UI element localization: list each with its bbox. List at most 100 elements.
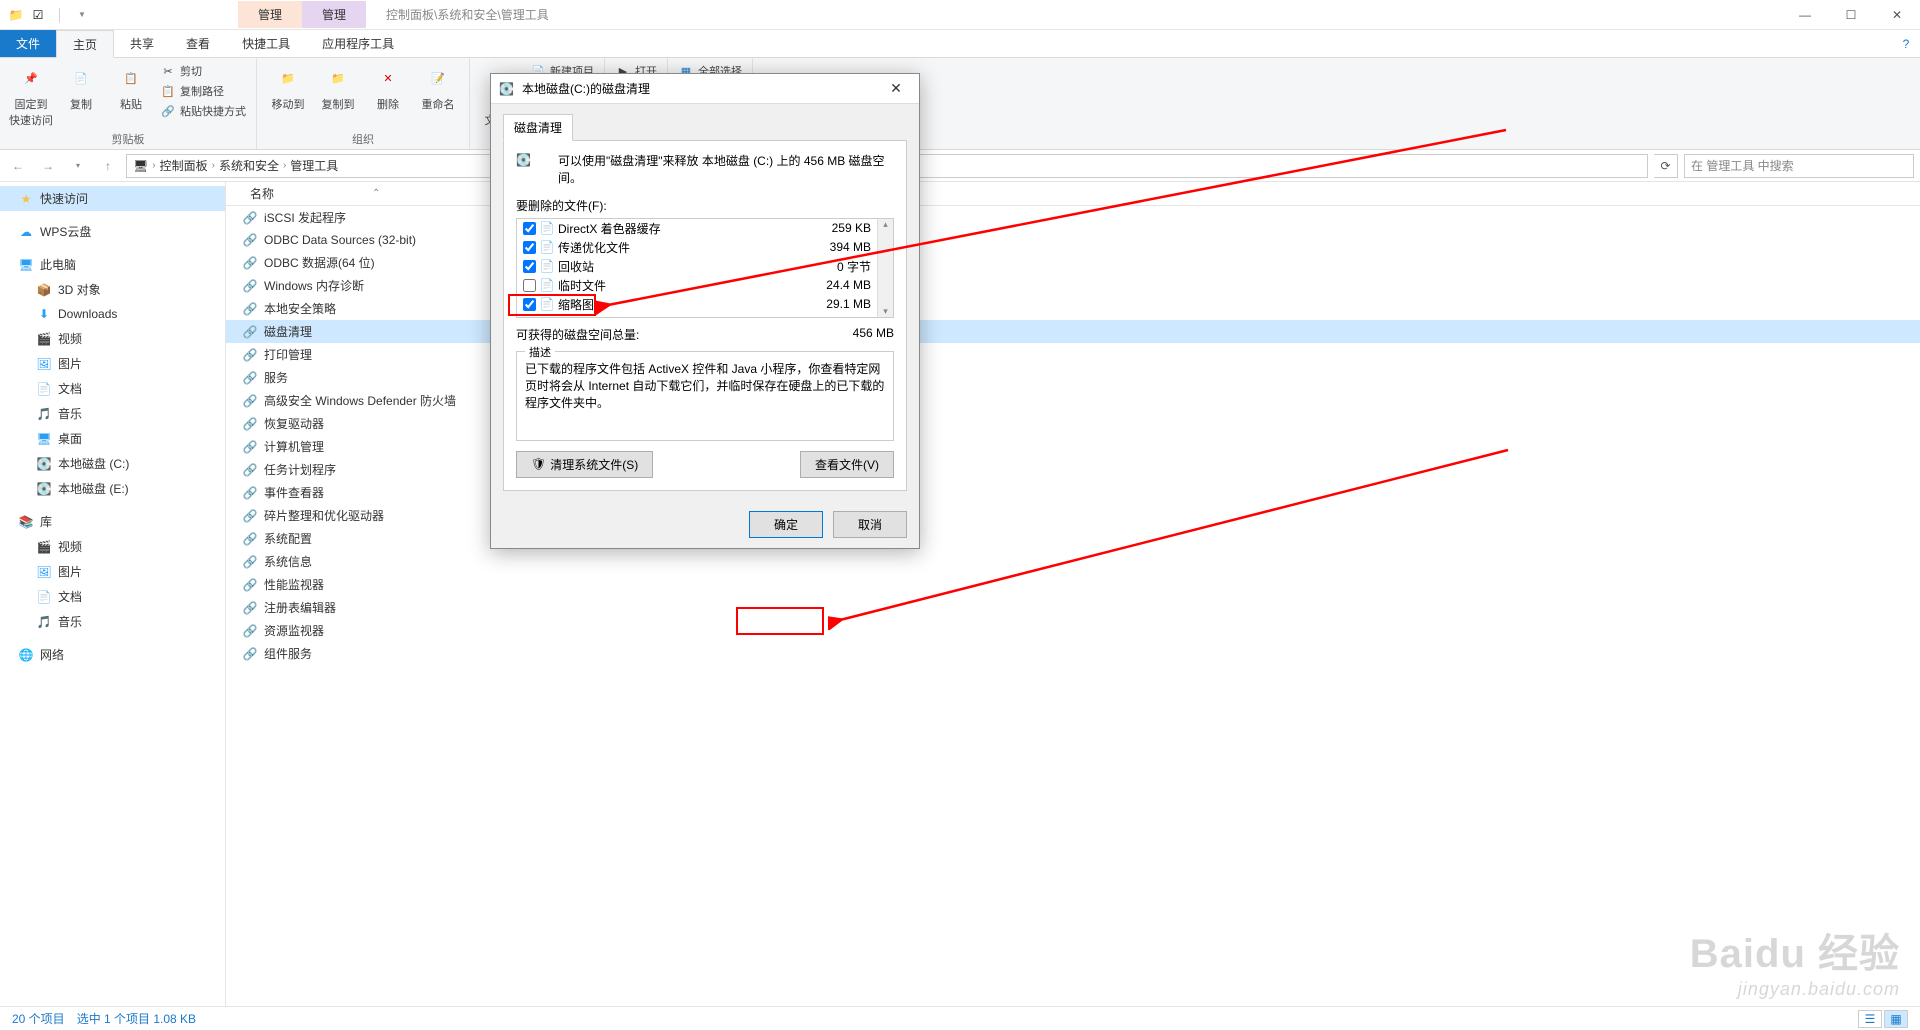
cleanup-row[interactable]: 📄DirectX 着色器缓存259 KB (517, 219, 893, 238)
view-files-button[interactable]: 查看文件(V) (800, 451, 894, 478)
list-item[interactable]: 🔗注册表编辑器 (226, 596, 1920, 619)
file-list[interactable]: 🔗iSCSI 发起程序🔗ODBC Data Sources (32-bit)🔗O… (226, 206, 1920, 1006)
paste-shortcut-button[interactable]: 🔗粘贴快捷方式 (158, 102, 248, 120)
context-tab-shortcut[interactable]: 管理 (238, 1, 302, 28)
copy-path-button[interactable]: 📋复制路径 (158, 82, 248, 100)
nav-lib-pictures[interactable]: 🖼图片 (0, 559, 225, 584)
list-item[interactable]: 🔗系统配置 (226, 527, 1920, 550)
delete-button[interactable]: ✕删除 (365, 62, 411, 112)
list-item[interactable]: 🔗任务计划程序 (226, 458, 1920, 481)
list-item[interactable]: 🔗组件服务 (226, 642, 1920, 665)
content-pane: 名称 ⌃ 🔗iSCSI 发起程序🔗ODBC Data Sources (32-b… (226, 182, 1920, 1006)
tab-home[interactable]: 主页 (56, 30, 114, 58)
nav-lib-music[interactable]: 🎵音乐 (0, 609, 225, 634)
cleanup-row[interactable]: 📄回收站0 字节 (517, 257, 893, 276)
nav-pictures[interactable]: 🖼图片 (0, 351, 225, 376)
cleanup-checkbox[interactable] (523, 222, 536, 235)
column-headers[interactable]: 名称 ⌃ (226, 182, 1920, 206)
cut-button[interactable]: ✂剪切 (158, 62, 248, 80)
cleanup-checkbox[interactable] (523, 241, 536, 254)
cleanup-row[interactable]: 📄临时文件24.4 MB (517, 276, 893, 295)
maximize-button[interactable]: ☐ (1828, 0, 1874, 30)
cleanup-row[interactable]: 📄传递优化文件394 MB (517, 238, 893, 257)
nav-quick-access[interactable]: ★快速访问 (0, 186, 225, 211)
search-input[interactable]: 在 管理工具 中搜索 (1684, 154, 1914, 178)
nav-music[interactable]: 🎵音乐 (0, 401, 225, 426)
tab-file[interactable]: 文件 (0, 30, 56, 57)
nav-videos[interactable]: 🎬视频 (0, 326, 225, 351)
nav-3d-objects[interactable]: 📦3D 对象 (0, 277, 225, 302)
list-item[interactable]: 🔗资源监视器 (226, 619, 1920, 642)
recent-button[interactable]: ▾ (66, 154, 90, 178)
dialog-close-button[interactable]: ✕ (881, 80, 911, 97)
nav-network[interactable]: 🌐网络 (0, 642, 225, 667)
copy-button[interactable]: 📄复制 (58, 62, 104, 112)
tab-app-tools[interactable]: 应用程序工具 (306, 30, 410, 57)
minimize-button[interactable]: — (1782, 0, 1828, 30)
nav-wps[interactable]: ☁WPS云盘 (0, 219, 225, 244)
window-titlebar: 📁 ☑ │ ▼ 管理 管理 控制面板\系统和安全\管理工具 — ☐ ✕ (0, 0, 1920, 30)
ok-button[interactable]: 确定 (749, 511, 823, 538)
list-item[interactable]: 🔗本地安全策略 (226, 297, 1920, 320)
dialog-tab-cleanup[interactable]: 磁盘清理 (503, 114, 573, 141)
tab-view[interactable]: 查看 (170, 30, 226, 57)
list-item[interactable]: 🔗恢复驱动器 (226, 412, 1920, 435)
nav-downloads[interactable]: ⬇Downloads (0, 302, 225, 326)
cleanup-row[interactable]: 📄缩略图29.1 MB (517, 295, 893, 314)
list-item[interactable]: 🔗高级安全 Windows Defender 防火墙 (226, 389, 1920, 412)
nav-lib-documents[interactable]: 📄文档 (0, 584, 225, 609)
list-item[interactable]: 🔗服务 (226, 366, 1920, 389)
details-view-button[interactable]: ☰ (1858, 1010, 1882, 1028)
list-item[interactable]: 🔗系统信息 (226, 550, 1920, 573)
list-item[interactable]: 🔗ODBC Data Sources (32-bit) (226, 229, 1920, 251)
list-item[interactable]: 🔗事件查看器 (226, 481, 1920, 504)
close-button[interactable]: ✕ (1874, 0, 1920, 30)
paste-button[interactable]: 📋粘贴 (108, 62, 154, 112)
nav-libraries[interactable]: 📚库 (0, 509, 225, 534)
list-item[interactable]: 🔗磁盘清理 (226, 320, 1920, 343)
help-button[interactable]: ? (1892, 30, 1920, 57)
description-legend: 描述 (525, 344, 555, 360)
nav-documents[interactable]: 📄文档 (0, 376, 225, 401)
checkbox-icon[interactable]: ☑ (30, 7, 46, 23)
nav-lib-videos[interactable]: 🎬视频 (0, 534, 225, 559)
crumb-system-security[interactable]: 系统和安全 (219, 157, 279, 174)
list-item[interactable]: 🔗打印管理 (226, 343, 1920, 366)
list-item[interactable]: 🔗ODBC 数据源(64 位) (226, 251, 1920, 274)
icons-view-button[interactable]: ▦ (1884, 1010, 1908, 1028)
list-item[interactable]: 🔗Windows 内存诊断 (226, 274, 1920, 297)
shortcut-icon: 🔗 (242, 278, 258, 294)
list-item[interactable]: 🔗iSCSI 发起程序 (226, 206, 1920, 229)
cleanup-checkbox[interactable] (523, 298, 536, 311)
dialog-titlebar[interactable]: 💽 本地磁盘(C:)的磁盘清理 ✕ (491, 74, 919, 104)
list-item[interactable]: 🔗性能监视器 (226, 573, 1920, 596)
clean-system-files-button[interactable]: 🛡清理系统文件(S) (516, 451, 653, 478)
rename-button[interactable]: 📝重命名 (415, 62, 461, 112)
nav-disk-c[interactable]: 💽本地磁盘 (C:) (0, 451, 225, 476)
nav-desktop[interactable]: 🖥桌面 (0, 426, 225, 451)
cleanup-file-list[interactable]: 📄DirectX 着色器缓存259 KB📄传递优化文件394 MB📄回收站0 字… (516, 218, 894, 318)
forward-button[interactable]: → (36, 154, 60, 178)
crumb-admin-tools[interactable]: 管理工具 (290, 157, 338, 174)
navigation-pane[interactable]: ★快速访问 ☁WPS云盘 🖥此电脑 📦3D 对象 ⬇Downloads 🎬视频 … (0, 182, 226, 1006)
context-tab-app[interactable]: 管理 (302, 1, 366, 28)
cancel-button[interactable]: 取消 (833, 511, 907, 538)
nav-this-pc[interactable]: 🖥此电脑 (0, 252, 225, 277)
copy-to-button[interactable]: 📁复制到 (315, 62, 361, 112)
back-button[interactable]: ← (6, 154, 30, 178)
list-item[interactable]: 🔗计算机管理 (226, 435, 1920, 458)
tab-share[interactable]: 共享 (114, 30, 170, 57)
dropdown-icon[interactable]: ▼ (74, 7, 90, 23)
pin-button[interactable]: 📌固定到 快速访问 (8, 62, 54, 128)
tab-shortcut-tools[interactable]: 快捷工具 (226, 30, 306, 57)
move-to-button[interactable]: 📁移动到 (265, 62, 311, 112)
list-item[interactable]: 🔗碎片整理和优化驱动器 (226, 504, 1920, 527)
nav-disk-e[interactable]: 💽本地磁盘 (E:) (0, 476, 225, 501)
cleanup-checkbox[interactable] (523, 279, 536, 292)
up-button[interactable]: ↑ (96, 154, 120, 178)
col-name[interactable]: 名称 (242, 185, 282, 202)
scrollbar[interactable]: ▴▾ (877, 219, 893, 317)
crumb-control-panel[interactable]: 控制面板 (160, 157, 208, 174)
refresh-button[interactable]: ⟳ (1654, 154, 1678, 178)
cleanup-checkbox[interactable] (523, 260, 536, 273)
